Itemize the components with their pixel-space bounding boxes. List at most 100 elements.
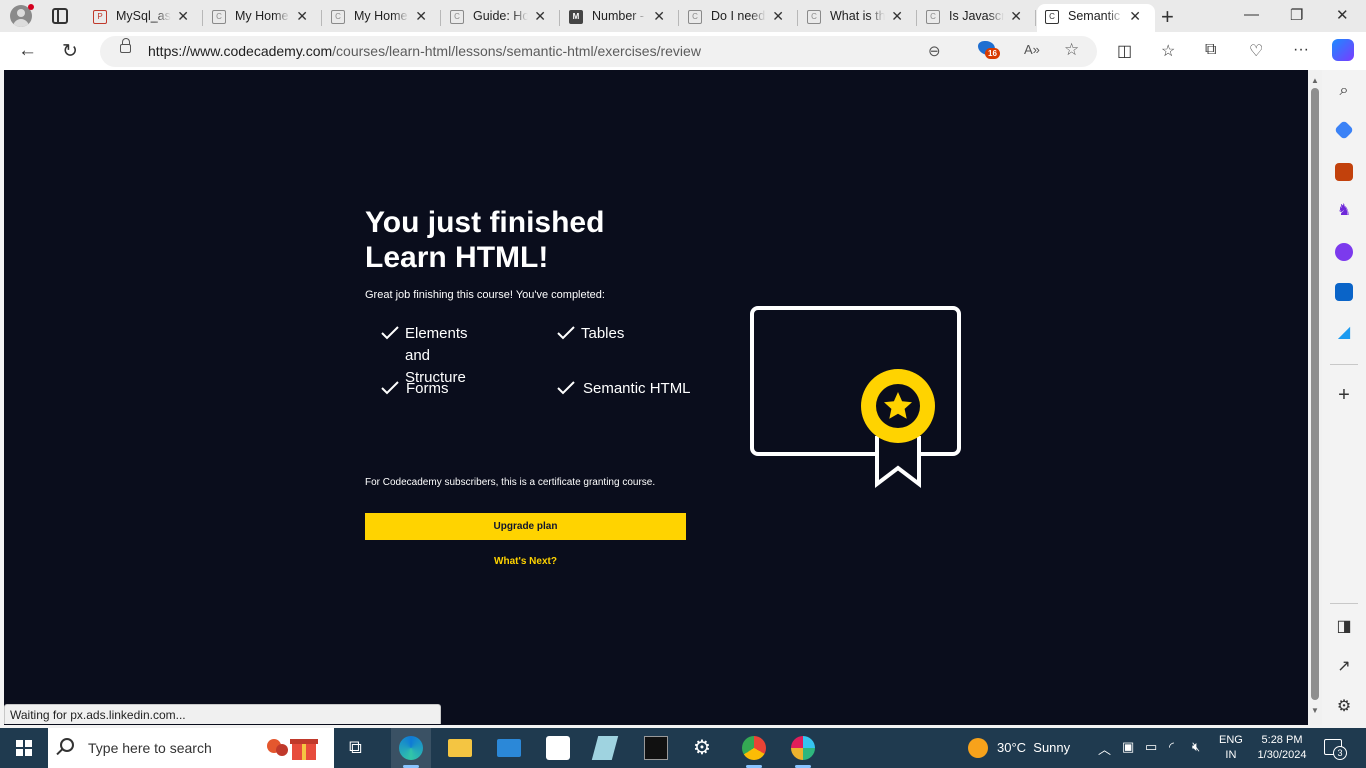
tab-close-icon[interactable]: ✕ (177, 8, 189, 25)
edge-sidebar: ⌕ ♞ ◢ + ◨ ↗ ⚙ (1322, 70, 1366, 725)
favorites-icon[interactable]: ☆ (1161, 41, 1175, 61)
tab-close-icon[interactable]: ✕ (1129, 8, 1141, 25)
notepad-icon[interactable] (591, 736, 619, 760)
drop-send-icon[interactable]: ◢ (1335, 322, 1353, 342)
medium-icon: M (569, 10, 583, 24)
volume-muted-icon[interactable]: 🔇︎ (1192, 739, 1200, 755)
weather-widget[interactable]: 30°C Sunny (997, 740, 1070, 755)
check-icon (381, 381, 399, 395)
settings-gear-icon[interactable]: ⚙ (693, 735, 717, 759)
refresh-icon[interactable]: ↻ (62, 40, 78, 63)
zoom-icon[interactable]: ⊖ (928, 42, 941, 60)
tab-semantic-html[interactable]: C Semantic HTML ✕ (1037, 4, 1155, 32)
system-clock[interactable]: 5:28 PM 1/30/2024 (1256, 733, 1308, 763)
extension-icon[interactable]: 16 (978, 39, 1000, 59)
tab-title: Is Javascript... (949, 9, 1004, 23)
hide-sidebar-icon[interactable]: ◨ (1335, 616, 1353, 636)
tab-title: Guide: How to... (473, 9, 528, 23)
sidebar-settings-icon[interactable]: ⚙ (1335, 696, 1353, 716)
microsoft-365-icon[interactable] (1335, 243, 1353, 261)
taskbar-search-box[interactable]: Type here to search (48, 728, 334, 768)
browser-toolbar: ← ↻ https://www.codecademy.com/courses/l… (0, 32, 1366, 70)
tab-close-icon[interactable]: ✕ (891, 8, 903, 25)
page-scrollbar[interactable]: ▲ ▼ (1308, 70, 1322, 725)
tab-my-home-2[interactable]: C My Home | Codecademy ✕ (323, 4, 441, 32)
tab-my-home-1[interactable]: C My Home | Codecademy ✕ (204, 4, 322, 32)
close-window-icon[interactable]: ✕ (1336, 6, 1349, 24)
completed-item-label: Tables (581, 325, 625, 342)
split-screen-icon[interactable]: ◫ (1117, 41, 1132, 61)
language-indicator[interactable]: ENG IN (1219, 733, 1243, 763)
tab-close-icon[interactable]: ✕ (1010, 8, 1022, 25)
completed-item-label: Forms (406, 380, 449, 397)
tab-title: My Home | Codecademy (354, 9, 409, 23)
open-external-icon[interactable]: ↗ (1335, 656, 1353, 676)
wifi-icon[interactable]: ◜ (1169, 739, 1174, 755)
upgrade-plan-button[interactable]: Upgrade plan (365, 513, 686, 540)
tab-title: Do I need... (711, 9, 766, 23)
task-view-icon[interactable]: ⧉ (349, 737, 373, 761)
search-placeholder: Type here to search (88, 740, 212, 756)
subscriber-note: For Codecademy subscribers, this is a ce… (365, 477, 656, 488)
battery-icon[interactable]: ▭ (1145, 739, 1157, 755)
read-aloud-icon[interactable]: A» (1024, 42, 1040, 57)
tab-close-icon[interactable]: ✕ (653, 8, 665, 25)
show-hidden-icons-icon[interactable]: ︿ (1098, 739, 1111, 758)
address-bar[interactable]: https://www.codecademy.com/courses/learn… (100, 36, 1097, 67)
favorite-star-icon[interactable]: ☆ (1064, 40, 1079, 60)
page-title: You just finished Learn HTML! (365, 205, 665, 275)
new-tab-icon[interactable]: + (1161, 4, 1174, 30)
windows-start-icon[interactable] (16, 740, 32, 756)
sidebar-search-icon[interactable]: ⌕ (1335, 82, 1353, 100)
back-icon[interactable]: ← (18, 40, 37, 62)
title-line-1: You just finished (365, 206, 605, 239)
check-icon (557, 381, 575, 395)
scroll-up-icon[interactable]: ▲ (1311, 76, 1319, 85)
tools-briefcase-icon[interactable] (1335, 163, 1353, 181)
minimize-icon[interactable]: — (1244, 6, 1259, 23)
tab-is-javascript[interactable]: C Is Javascript... ✕ (918, 4, 1036, 32)
shopping-tag-icon[interactable] (1334, 120, 1354, 140)
tab-number[interactable]: M Number - JavaScript ✕ (561, 4, 679, 32)
completed-item-label: Semantic HTML (583, 380, 691, 397)
games-chess-icon[interactable]: ♞ (1335, 200, 1353, 220)
notification-count: 3 (1333, 746, 1347, 760)
meet-now-icon[interactable]: ▣ (1122, 739, 1134, 755)
mail-icon[interactable] (497, 739, 521, 757)
slack-icon[interactable] (791, 736, 815, 760)
completed-subtitle: Great job finishing this course! You've … (365, 289, 605, 301)
restore-icon[interactable]: ❐ (1290, 6, 1303, 24)
tab-do-i-need[interactable]: C Do I need... ✕ (680, 4, 798, 32)
search-icon (60, 738, 74, 752)
codecademy-icon: C (926, 10, 940, 24)
collections-icon[interactable]: ⧉ (1205, 41, 1216, 59)
codecademy-icon: C (807, 10, 821, 24)
terminal-app-icon[interactable] (644, 736, 668, 760)
tab-mysql-assignment[interactable]: P MySql_assignment ✕ (85, 4, 203, 32)
outlook-icon[interactable] (1335, 283, 1353, 301)
weather-sun-icon[interactable] (968, 738, 988, 758)
scroll-thumb[interactable] (1311, 88, 1319, 700)
add-sidebar-app-icon[interactable]: + (1335, 384, 1353, 407)
microsoft-store-icon[interactable] (546, 736, 570, 760)
tab-close-icon[interactable]: ✕ (772, 8, 784, 25)
codecademy-icon: C (450, 10, 464, 24)
tab-actions-icon[interactable] (52, 8, 68, 24)
url-text[interactable]: https://www.codecademy.com/courses/learn… (148, 43, 701, 59)
tab-close-icon[interactable]: ✕ (534, 8, 546, 25)
profile-notification-dot (28, 4, 34, 10)
lock-icon[interactable] (120, 38, 131, 53)
tab-what-is-the[interactable]: C What is the... ✕ (799, 4, 917, 32)
check-icon (557, 326, 575, 340)
copilot-icon[interactable] (1332, 39, 1354, 61)
tab-guide[interactable]: C Guide: How to... ✕ (442, 4, 560, 32)
more-options-icon[interactable]: ··· (1293, 41, 1309, 59)
file-explorer-icon[interactable] (448, 739, 472, 757)
edge-browser-icon[interactable] (399, 736, 423, 760)
chrome-icon[interactable] (742, 736, 766, 760)
scroll-down-icon[interactable]: ▼ (1311, 706, 1319, 715)
tab-close-icon[interactable]: ✕ (415, 8, 427, 25)
browser-essentials-icon[interactable]: ♡ (1249, 41, 1263, 61)
tab-close-icon[interactable]: ✕ (296, 8, 308, 25)
whats-next-link[interactable]: What's Next? (365, 556, 686, 567)
